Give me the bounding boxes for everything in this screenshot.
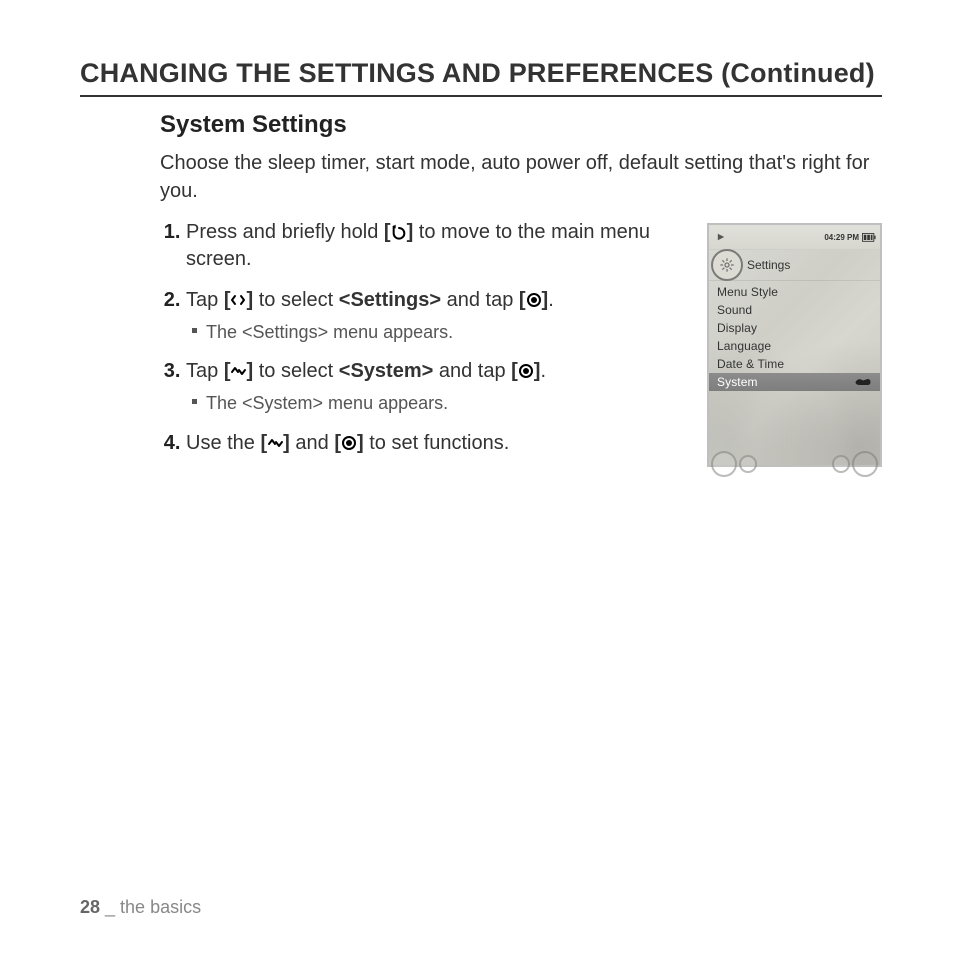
up-down-icon bbox=[230, 363, 246, 379]
device-menu-label: Language bbox=[717, 339, 771, 353]
back-icon bbox=[391, 224, 407, 240]
step-text: to select bbox=[259, 360, 339, 382]
step-text: . bbox=[540, 360, 546, 382]
bracket: [ bbox=[260, 432, 267, 454]
device-time: 04:29 PM bbox=[824, 233, 859, 242]
step-4: Use the [] and [] to set functions. bbox=[186, 430, 685, 457]
select-dot-icon bbox=[518, 363, 534, 379]
device-menu-label: Sound bbox=[717, 303, 752, 317]
step-1: Press and briefly hold [] to move to the… bbox=[186, 219, 685, 273]
target-label: <System> bbox=[339, 360, 434, 382]
bracket: [ bbox=[334, 432, 341, 454]
target-label: <Settings> bbox=[339, 289, 441, 311]
bracket: [ bbox=[224, 289, 231, 311]
device-menu-item: Menu Style bbox=[709, 283, 880, 301]
device-menu-label: System bbox=[717, 375, 758, 389]
bracket: ] bbox=[246, 289, 253, 311]
select-dot-icon bbox=[341, 435, 357, 451]
device-menu-label: Date & Time bbox=[717, 357, 784, 371]
step-text: Press and briefly hold bbox=[186, 221, 384, 243]
step-text: . bbox=[548, 289, 554, 311]
device-menu: Menu Style Sound Display Language Date & Tim… bbox=[709, 281, 880, 391]
footer-sep: _ bbox=[100, 897, 120, 917]
step-text: Tap bbox=[186, 360, 224, 382]
step-3-sub: The <System> menu appears. bbox=[192, 391, 685, 415]
step-text: and tap bbox=[441, 289, 519, 311]
device-menu-item: Sound bbox=[709, 301, 880, 319]
page-footer: 28 _ the basics bbox=[80, 897, 201, 918]
select-dot-icon bbox=[526, 292, 542, 308]
device-header: Settings bbox=[709, 250, 880, 281]
left-right-icon bbox=[230, 292, 246, 308]
device-footer-decoration bbox=[709, 423, 880, 465]
device-menu-item: Date & Time bbox=[709, 355, 880, 373]
step-text: and bbox=[295, 432, 334, 454]
bracket: ] bbox=[246, 360, 253, 382]
battery-icon bbox=[862, 233, 876, 241]
bracket: ] bbox=[407, 221, 414, 243]
bracket: ] bbox=[357, 432, 364, 454]
footer-section: the basics bbox=[120, 897, 201, 917]
step-2-sub: The <Settings> menu appears. bbox=[192, 320, 685, 344]
step-3: Tap [] to select <System> and tap []. Th… bbox=[186, 358, 685, 415]
step-2: Tap [] to select <Settings> and tap []. … bbox=[186, 287, 685, 344]
step-text: and tap bbox=[433, 360, 511, 382]
gear-icon bbox=[711, 249, 743, 281]
up-down-icon bbox=[267, 435, 283, 451]
device-menu-label: Menu Style bbox=[717, 285, 778, 299]
step-text: Tap bbox=[186, 289, 224, 311]
intro-text: Choose the sleep timer, start mode, auto… bbox=[160, 149, 882, 205]
step-text: to set functions. bbox=[364, 432, 510, 454]
bracket: [ bbox=[519, 289, 526, 311]
bracket: [ bbox=[224, 360, 231, 382]
play-indicator-icon bbox=[717, 233, 725, 241]
bracket: [ bbox=[384, 221, 391, 243]
device-illustration: 04:29 PM Settings Menu Style Sound Display… bbox=[707, 223, 882, 467]
bracket: [ bbox=[511, 360, 518, 382]
bracket: ] bbox=[283, 432, 290, 454]
device-menu-item: Display bbox=[709, 319, 880, 337]
device-menu-item: Language bbox=[709, 337, 880, 355]
section-subtitle: System Settings bbox=[160, 111, 882, 139]
page-number: 28 bbox=[80, 897, 100, 917]
device-status-bar: 04:29 PM bbox=[709, 225, 880, 250]
step-text: Use the bbox=[186, 432, 260, 454]
step-text: to select bbox=[259, 289, 339, 311]
device-menu-item: System bbox=[709, 373, 880, 391]
device-screen-title: Settings bbox=[747, 258, 790, 272]
page-title: CHANGING THE SETTINGS AND PREFERENCES (C… bbox=[80, 58, 882, 97]
pointer-hand-icon bbox=[854, 376, 872, 388]
device-menu-label: Display bbox=[717, 321, 757, 335]
instruction-list: Press and briefly hold [] to move to the… bbox=[160, 219, 685, 471]
